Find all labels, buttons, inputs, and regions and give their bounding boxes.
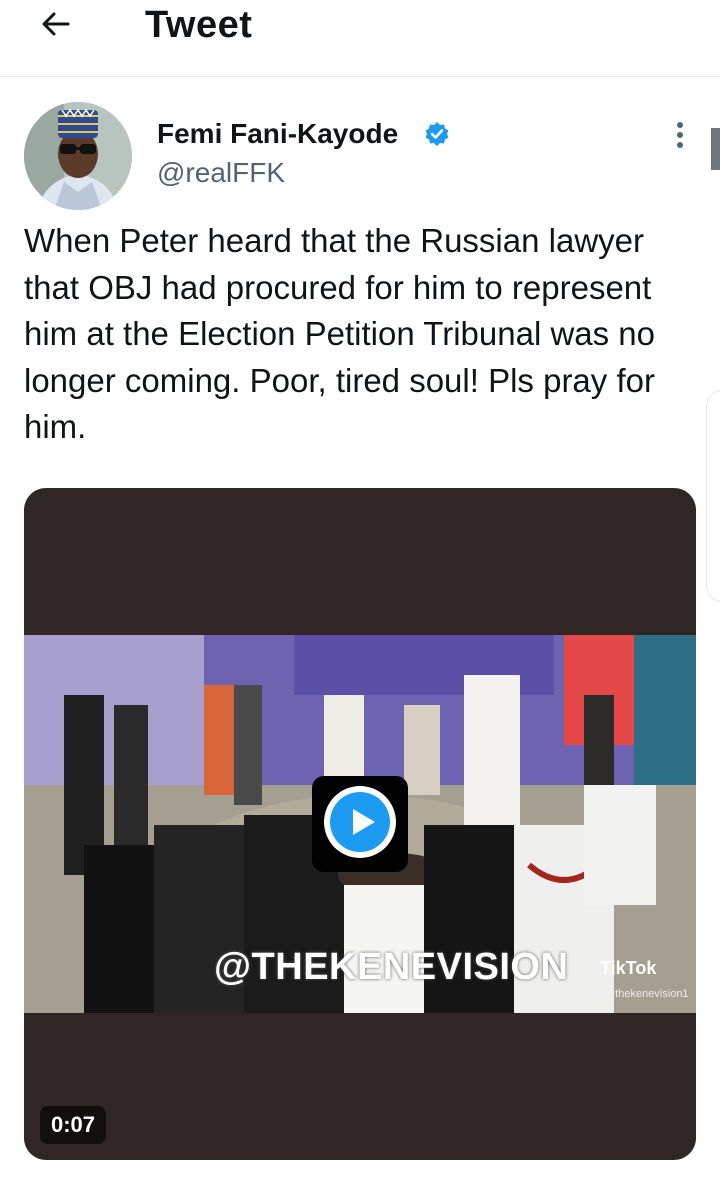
verified-badge-icon [424,121,450,147]
author-name[interactable]: Femi Fani-Kayode [157,116,398,152]
more-vertical-icon [666,122,694,158]
more-options-button[interactable] [666,118,694,154]
top-app-bar: Tweet [0,0,720,77]
tweet-text: When Peter heard that the Russian lawyer… [24,222,656,445]
video-duration: 0:07 [40,1106,106,1144]
tiktok-handle: @thekenevision1 [604,988,689,1000]
tiktok-logo: TikTok [600,958,657,978]
back-button[interactable] [32,4,80,48]
play-button[interactable] [312,776,408,872]
play-icon [320,782,400,867]
arrow-left-icon [38,6,74,47]
avatar[interactable] [24,102,132,210]
video-player[interactable]: @THEKENEVISION TikTok @thekenevision1 0:… [24,488,696,1160]
edge-panel-handle[interactable] [706,390,720,602]
page-title: Tweet [145,4,253,46]
video-watermark: @THEKENEVISION [214,946,569,988]
scrollbar[interactable] [711,128,720,170]
author-handle[interactable]: @realFFK [157,155,285,191]
